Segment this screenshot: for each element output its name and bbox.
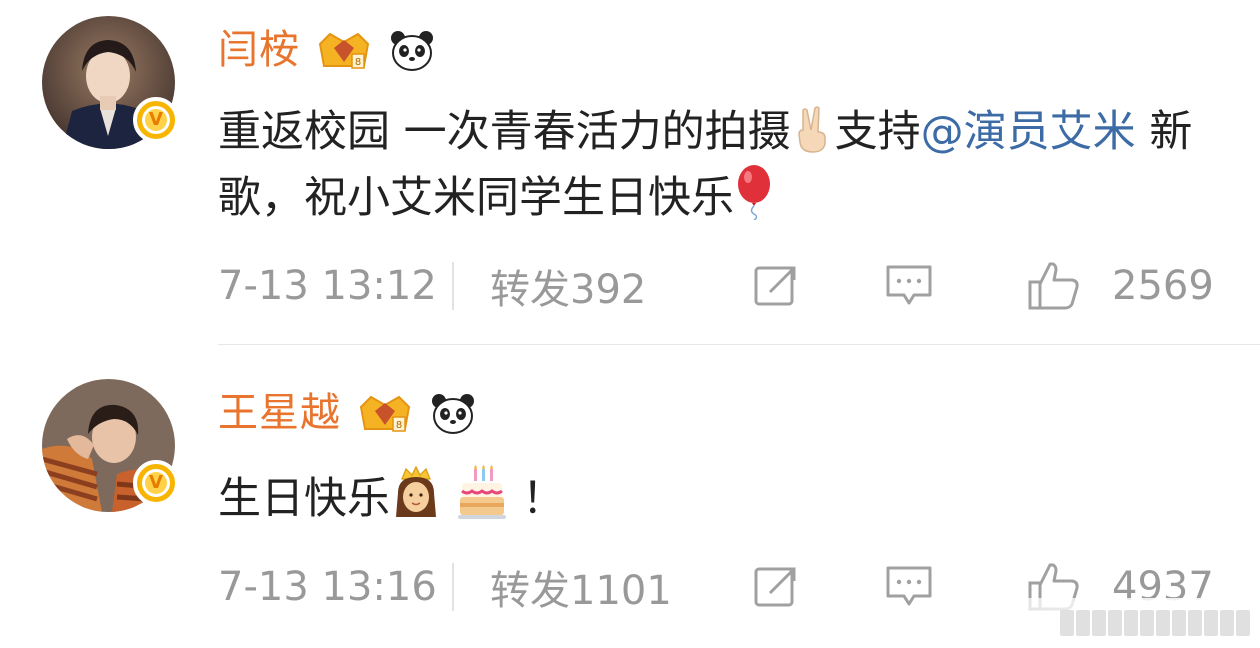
comment-icon[interactable] bbox=[884, 564, 934, 610]
name-row: 王星越 8 bbox=[218, 383, 477, 443]
comment-item: V 王星越 8 生日快乐 ！ 7-13 13:16 转发1101 4937 bbox=[0, 345, 1260, 648]
mention-link[interactable]: @演员艾米 bbox=[921, 107, 1136, 157]
comment-icon[interactable] bbox=[884, 263, 934, 309]
avatar[interactable]: V bbox=[42, 16, 179, 149]
timestamp: 7-13 13:16 bbox=[218, 564, 437, 610]
share-icon[interactable] bbox=[752, 262, 800, 310]
comment-text: 生日快乐 ！ bbox=[218, 465, 1208, 531]
like-icon bbox=[1028, 262, 1079, 310]
panda-badge-icon bbox=[391, 31, 433, 71]
comment-text-part: ！ bbox=[522, 474, 565, 524]
repost-label: 转发 bbox=[490, 267, 570, 313]
comment-text: 重返校园 一次青春活力的拍摄 支持@演员艾米 新歌，祝小艾米同学生日快乐 bbox=[218, 100, 1208, 230]
svg-text:8: 8 bbox=[355, 57, 361, 68]
repost-count: 392 bbox=[570, 267, 647, 313]
princess-emoji bbox=[396, 465, 436, 517]
like-button[interactable]: 2569 bbox=[1026, 260, 1214, 312]
timestamp: 7-13 13:12 bbox=[218, 263, 437, 309]
like-count: 2569 bbox=[1112, 263, 1214, 309]
verified-badge-icon: V bbox=[133, 97, 179, 143]
repost-count: 1101 bbox=[570, 568, 672, 614]
repost-button[interactable]: 转发1101 bbox=[490, 558, 752, 616]
avatar[interactable]: V bbox=[42, 379, 179, 512]
divider bbox=[452, 262, 454, 310]
watermark bbox=[1000, 598, 1260, 648]
comment-item: V 闫桉 8 重返校园 一次青春活力的拍摄 支持@演员艾米 新歌，祝小艾米同学生… bbox=[0, 0, 1260, 345]
username[interactable]: 王星越 bbox=[218, 383, 341, 443]
birthday-cake-emoji bbox=[458, 465, 506, 519]
name-row: 闫桉 8 bbox=[218, 20, 436, 80]
repost-label: 转发 bbox=[490, 568, 570, 614]
comment-text-part: 重返校园 一次青春活力的拍摄 bbox=[218, 107, 791, 157]
comment-text-part: 生日快乐 bbox=[218, 474, 390, 524]
crown-badge-icon: 8 bbox=[318, 32, 370, 69]
repost-button[interactable]: 转发392 bbox=[490, 257, 752, 315]
share-icon[interactable] bbox=[752, 563, 800, 611]
victory-hand-emoji bbox=[797, 106, 826, 153]
balloon-emoji bbox=[738, 165, 770, 220]
divider bbox=[452, 563, 454, 611]
verified-badge-icon: V bbox=[133, 460, 179, 506]
username[interactable]: 闫桉 bbox=[218, 20, 300, 80]
comment-meta: 7-13 13:12 转发392 2569 bbox=[218, 256, 1260, 316]
crown-badge-icon: 8 bbox=[359, 395, 411, 432]
svg-text:8: 8 bbox=[396, 420, 402, 431]
panda-badge-icon bbox=[432, 394, 474, 434]
comment-text-part: 支持 bbox=[834, 107, 921, 157]
